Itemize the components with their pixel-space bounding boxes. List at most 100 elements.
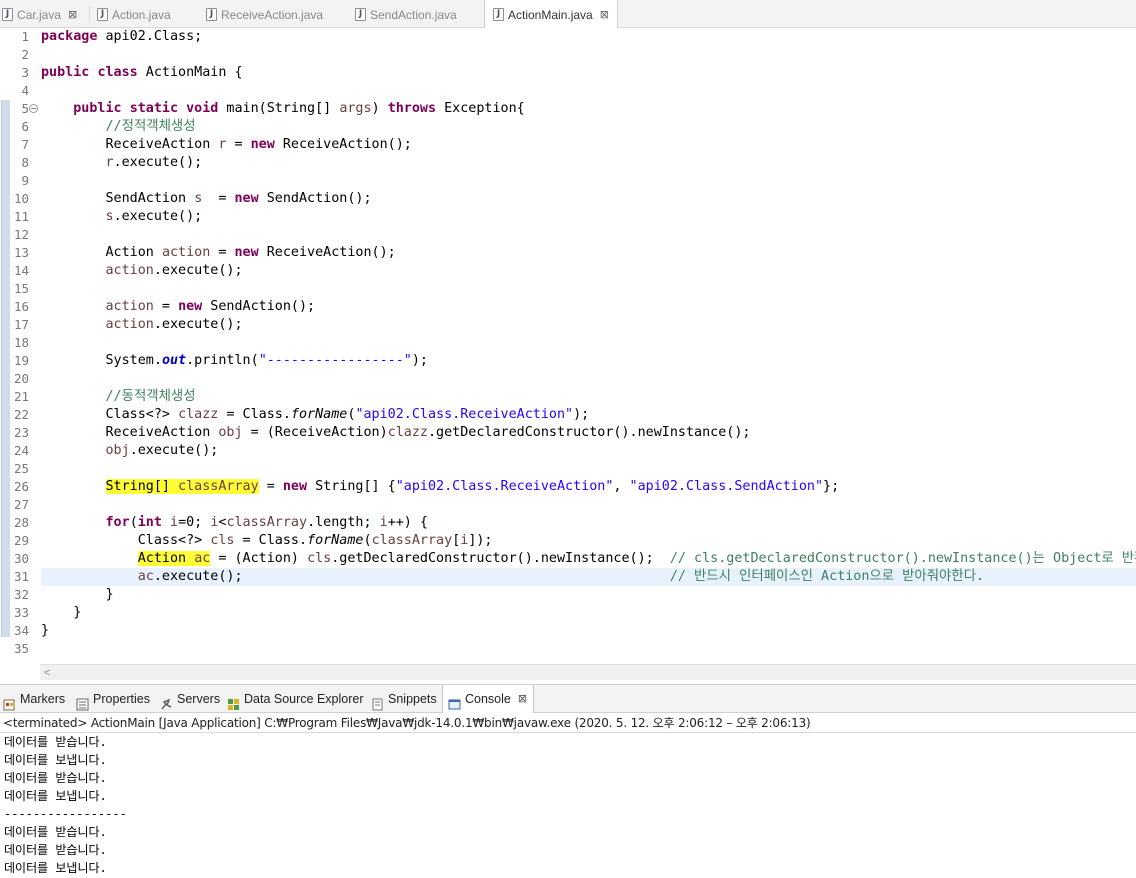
line-number: 3 (21, 65, 29, 80)
tab-label: Console (465, 692, 511, 707)
line-number: 14 (13, 263, 29, 278)
code-line[interactable]: } (41, 622, 49, 640)
line-number: 4 (21, 83, 29, 98)
code-line[interactable]: } (41, 604, 81, 622)
line-number: 32 (13, 587, 29, 602)
line-number: 20 (13, 371, 29, 386)
close-icon[interactable]: ⊠ (518, 685, 527, 714)
editor-tab-actionmain-java[interactable]: J ActionMain.java ⊠ (484, 0, 618, 29)
properties-icon (76, 693, 89, 711)
console-line: 데이터를 보냅니다. (4, 861, 107, 875)
tab-markers[interactable]: Markers (3, 685, 65, 714)
line-number: 17 (13, 317, 29, 332)
code-line[interactable]: //정적객체생성 (41, 118, 196, 136)
code-line[interactable]: s.execute(); (41, 208, 203, 226)
java-file-icon: J (493, 8, 504, 22)
line-number: 27 (13, 497, 29, 512)
editor-tab-receiveaction-java[interactable]: J ReceiveAction.java (206, 0, 323, 28)
line-number: 25 (13, 461, 29, 476)
console-line: 데이터를 보냅니다. (4, 753, 107, 767)
line-number: 1 (21, 29, 29, 44)
markers-icon (3, 693, 16, 711)
line-number: 22 (13, 407, 29, 422)
line-number: 8 (21, 155, 29, 170)
code-line[interactable]: Class<?> clazz = Class.forName("api02.Cl… (41, 406, 589, 424)
console-line: 데이터를 받습니다. (4, 825, 107, 839)
occurrence-highlight: Action ac (137, 551, 211, 566)
close-icon[interactable]: ⊠ (68, 1, 77, 29)
code-line[interactable]: Action action = new ReceiveAction(); (41, 244, 395, 262)
code-line[interactable]: //동적객체생성 (41, 388, 196, 406)
tab-label: Servers (177, 692, 221, 707)
line-number: 34 (13, 623, 29, 638)
scroll-left-icon[interactable]: < (44, 665, 50, 681)
line-number: 5 (21, 101, 29, 116)
tab-label: Properties (93, 692, 150, 707)
code-line[interactable]: ReceiveAction r = new ReceiveAction(); (41, 136, 411, 154)
console-line: ----------------- (4, 807, 127, 821)
line-number: 13 (13, 245, 29, 260)
line-number: 11 (13, 209, 29, 224)
code-line[interactable]: action = new SendAction(); (41, 298, 316, 316)
code-line[interactable]: for(int i=0; i<classArray.length; i++) { (41, 514, 429, 532)
line-number: 9 (21, 173, 29, 188)
editor-tab-label: Car.java (17, 7, 62, 22)
code-line[interactable]: ReceiveAction obj = (ReceiveAction)clazz… (41, 424, 750, 442)
occurrence-highlight: String[] classArray (105, 479, 259, 494)
code-line[interactable]: Class<?> cls = Class.forName(classArray[… (41, 532, 493, 550)
console-line: 데이터를 받습니다. (4, 771, 107, 785)
tab-properties[interactable]: Properties (76, 685, 150, 714)
java-file-icon: J (2, 8, 13, 22)
editor-tab-label: Action.java (112, 7, 171, 22)
tab-label: Snippets (388, 692, 437, 707)
code-line[interactable]: String[] classArray = new String[] {"api… (41, 478, 839, 496)
java-file-icon: J (355, 8, 366, 22)
code-line[interactable]: r.execute(); (41, 154, 203, 172)
line-number: 24 (13, 443, 29, 458)
tab-servers[interactable]: Servers (160, 685, 220, 714)
java-file-icon: J (97, 8, 108, 22)
code-line[interactable]: public static void main(String[] args) t… (41, 100, 525, 118)
console-output[interactable]: <terminated> ActionMain [Java Applicatio… (0, 713, 1136, 878)
code-line[interactable]: System.out.println("-----------------"); (41, 352, 428, 370)
line-number: 28 (13, 515, 29, 530)
code-line[interactable]: Action ac = (Action) cls.getDeclaredCons… (41, 550, 1136, 568)
line-number: 15 (13, 281, 29, 296)
editor-tab-bar: J Car.java ⊠ J Action.java J ReceiveAction.j… (0, 0, 1136, 29)
code-editor[interactable]: 1 2 3 4 5 6 7 8 9 10 11 12 13 14 15 16 17 18 19 20 21 22 23 24 2… (0, 28, 1136, 682)
java-file-icon: J (206, 8, 217, 22)
line-number: 29 (13, 533, 29, 548)
code-line[interactable]: public class ActionMain { (41, 64, 243, 82)
line-number: 2 (21, 47, 29, 62)
code-line[interactable]: obj.execute(); (41, 442, 219, 460)
data-source-explorer-icon (227, 693, 240, 711)
editor-tab-label: ActionMain.java (508, 7, 593, 22)
tab-console[interactable]: Console ⊠ (442, 685, 535, 715)
editor-tab-sendaction-java[interactable]: J SendAction.java (355, 0, 457, 28)
line-number: 18 (13, 335, 29, 350)
editor-tab-action-java[interactable]: J Action.java (97, 0, 171, 28)
line-number: 35 (13, 641, 29, 656)
code-line[interactable]: action.execute(); (41, 262, 243, 280)
line-number: 7 (21, 137, 29, 152)
fold-collapse-icon[interactable]: − (29, 104, 38, 113)
editor-tab-label: ReceiveAction.java (221, 7, 324, 22)
tab-divider (89, 6, 90, 22)
line-number: 19 (13, 353, 29, 368)
code-line[interactable]: package api02.Class; (41, 28, 202, 46)
line-number: 16 (13, 299, 29, 314)
line-number: 33 (13, 605, 29, 620)
tab-snippets[interactable]: Snippets (371, 685, 437, 714)
editor-tab-car-java[interactable]: J Car.java ⊠ (2, 0, 77, 28)
code-line[interactable]: action.execute(); (41, 316, 243, 334)
divider (0, 732, 1136, 733)
code-line[interactable]: } (41, 586, 113, 604)
code-line[interactable]: ac.execute(); // 반드시 인터페이스인 Action으로 받아줘… (41, 568, 984, 586)
code-line[interactable]: SendAction s = new SendAction(); (41, 190, 371, 208)
snippets-icon (371, 693, 384, 711)
console-line: 데이터를 받습니다. (4, 843, 107, 857)
close-icon[interactable]: ⊠ (600, 1, 609, 29)
line-number: 23 (13, 425, 29, 440)
tab-data-source-explorer[interactable]: Data Source Explorer (227, 685, 364, 714)
horizontal-scrollbar[interactable]: < (40, 664, 1136, 680)
